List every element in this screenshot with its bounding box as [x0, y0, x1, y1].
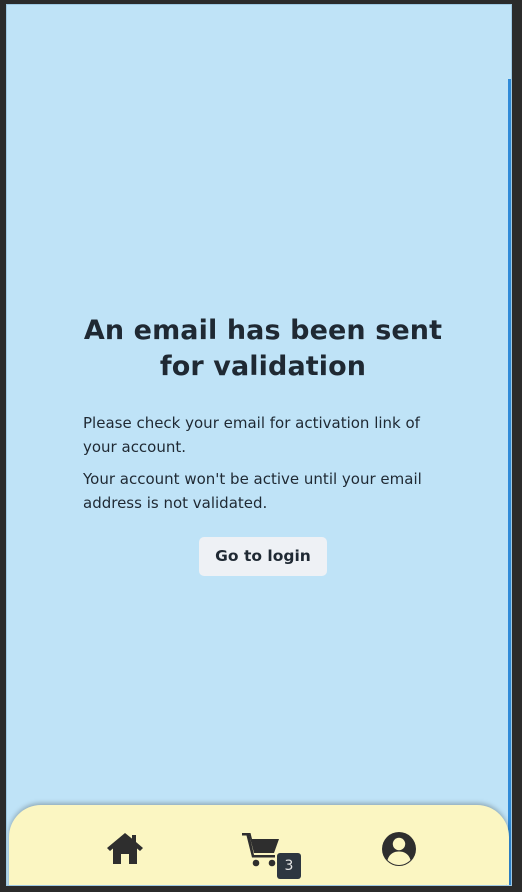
- bottom-navigation: 3: [9, 805, 509, 886]
- nav-account[interactable]: [379, 829, 419, 869]
- cart-count-badge: 3: [277, 853, 301, 879]
- go-to-login-button[interactable]: Go to login: [199, 537, 327, 576]
- nav-cart[interactable]: 3: [241, 829, 301, 879]
- user-circle-icon: [382, 832, 416, 866]
- resize-grip-icon[interactable]: [497, 883, 507, 886]
- instruction-text: Please check your email for activation l…: [83, 414, 420, 456]
- app-window: An email has been sent for validation Pl…: [6, 4, 512, 886]
- warning-text: Your account won't be active until your …: [83, 470, 422, 512]
- page-title: An email has been sent for validation: [83, 315, 443, 382]
- cart-icon: [242, 833, 279, 867]
- nav-home[interactable]: [105, 829, 145, 869]
- validation-message: An email has been sent for validation Pl…: [83, 313, 443, 576]
- home-icon: [107, 833, 143, 864]
- button-container: Go to login: [83, 537, 443, 576]
- scrollbar[interactable]: [508, 79, 511, 885]
